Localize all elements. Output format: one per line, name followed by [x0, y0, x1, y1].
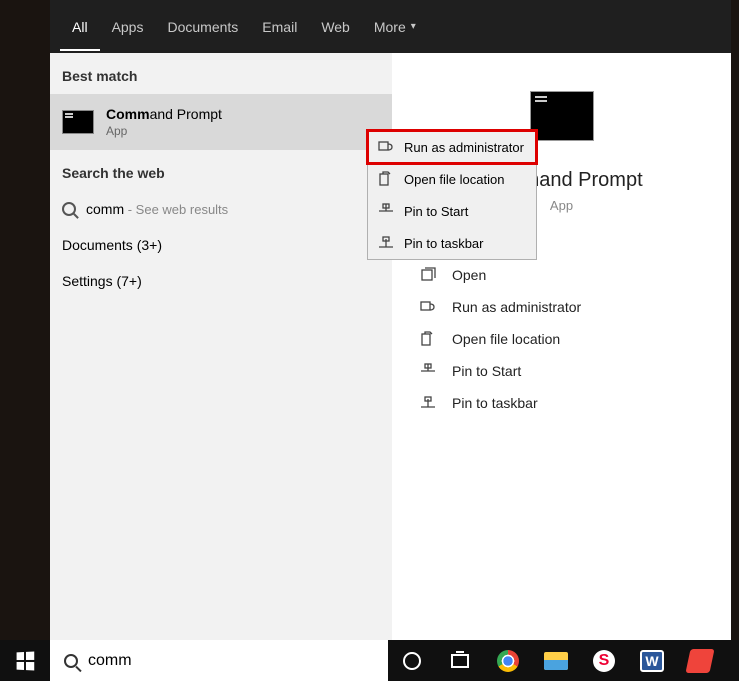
pin-taskbar-icon: [378, 235, 394, 251]
chevron-down-icon: ▾: [411, 21, 416, 32]
preview-subtitle: App: [550, 198, 573, 213]
file-explorer-icon: [544, 652, 568, 670]
tab-apps[interactable]: Apps: [100, 3, 156, 51]
menu-pin-start[interactable]: Pin to Start: [368, 195, 536, 227]
menu-open-location[interactable]: Open file location: [368, 163, 536, 195]
anydesk-icon: [685, 649, 714, 673]
open-icon: [420, 267, 436, 283]
search-input[interactable]: [88, 652, 374, 670]
filter-tabs: All Apps Documents Email Web More▾: [50, 0, 731, 53]
best-match-item[interactable]: Command Prompt App: [50, 94, 392, 150]
task-view-icon: [451, 654, 469, 668]
tab-email[interactable]: Email: [250, 3, 309, 51]
search-results-panel: All Apps Documents Email Web More▾ Best …: [50, 0, 731, 640]
tab-all[interactable]: All: [60, 3, 100, 51]
chrome-icon: [497, 650, 519, 672]
skype-icon: S: [593, 650, 615, 672]
action-run-admin[interactable]: Run as administrator: [420, 291, 731, 323]
taskbar: S W: [0, 640, 739, 681]
shield-icon: [378, 139, 394, 155]
taskbar-search[interactable]: [50, 640, 388, 681]
pin-start-icon: [420, 363, 436, 379]
tab-documents[interactable]: Documents: [155, 3, 250, 51]
best-match-title: Command Prompt: [106, 106, 222, 122]
task-view-button[interactable]: [436, 640, 484, 681]
best-match-subtitle: App: [106, 124, 222, 138]
search-icon: [62, 202, 76, 216]
circle-icon: [403, 652, 421, 670]
app-word[interactable]: W: [628, 640, 676, 681]
command-prompt-icon: [62, 110, 94, 134]
tab-more[interactable]: More▾: [362, 3, 428, 51]
menu-run-admin[interactable]: Run as administrator: [368, 131, 536, 163]
pin-taskbar-icon: [420, 395, 436, 411]
shield-icon: [420, 299, 436, 315]
word-icon: W: [640, 650, 664, 672]
action-pin-start[interactable]: Pin to Start: [420, 355, 731, 387]
cortana-button[interactable]: [388, 640, 436, 681]
start-button[interactable]: [0, 640, 50, 681]
app-skype[interactable]: S: [580, 640, 628, 681]
search-icon: [64, 654, 78, 668]
section-search-web: Search the web: [50, 150, 392, 191]
folder-icon: [378, 171, 394, 187]
app-anydesk[interactable]: [676, 640, 724, 681]
pin-start-icon: [378, 203, 394, 219]
folder-icon: [420, 331, 436, 347]
group-documents[interactable]: Documents (3+): [50, 227, 392, 263]
action-open[interactable]: Open: [420, 259, 731, 291]
tab-web[interactable]: Web: [309, 3, 362, 51]
results-list: Best match Command Prompt App Search the…: [50, 53, 392, 640]
app-chrome[interactable]: [484, 640, 532, 681]
preview-app-icon: [530, 91, 594, 141]
windows-icon: [17, 651, 35, 670]
group-settings[interactable]: Settings (7+): [50, 263, 392, 299]
section-best-match: Best match: [50, 53, 392, 94]
menu-pin-taskbar[interactable]: Pin to taskbar: [368, 227, 536, 259]
context-menu: Run as administrator Open file location …: [367, 130, 537, 260]
action-open-location[interactable]: Open file location: [420, 323, 731, 355]
app-explorer[interactable]: [532, 640, 580, 681]
action-pin-taskbar[interactable]: Pin to taskbar: [420, 387, 731, 419]
web-search-item[interactable]: comm - See web results: [50, 191, 392, 227]
